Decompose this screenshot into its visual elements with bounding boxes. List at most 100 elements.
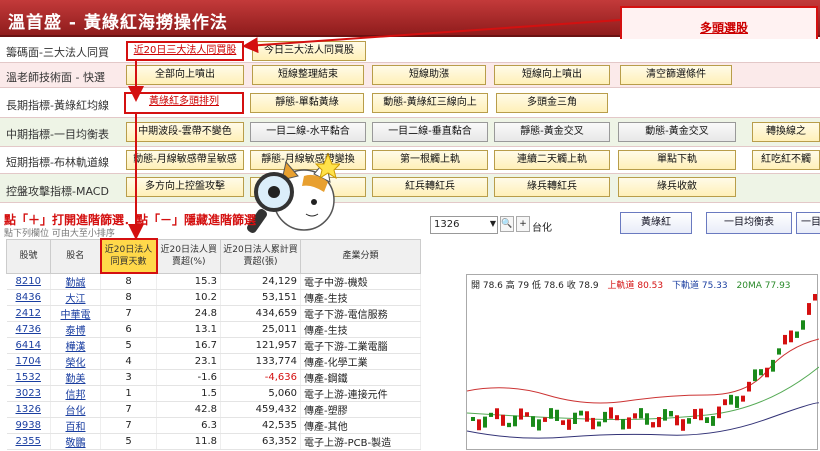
stock-link[interactable]: 6414 [16,340,41,351]
table-row[interactable]: 2355 敬鵬 5 11.8 63,352 電子上游-PCB-製造 [6,433,421,450]
stock-link[interactable]: 敬鵬 [66,438,86,449]
table-row[interactable]: 9938 百和 7 6.3 42,535 傳產-其他 [6,417,421,434]
callout-label[interactable]: 多頭選股 [700,19,748,36]
stock-link[interactable]: 台化 [66,406,86,417]
stock-link[interactable]: 樺漢 [66,342,86,353]
cell-name[interactable]: 大江 [50,289,101,306]
btn-macd-attack[interactable]: 多方向上控盤攻擊 [126,177,244,197]
col-code[interactable]: 股號 [6,238,51,274]
cell-code[interactable]: 3023 [6,385,51,402]
candle [663,409,667,421]
cell-name[interactable]: 敬鵬 [50,433,101,450]
chevron-down-icon[interactable]: ▼ [488,216,498,234]
btn-golden-tri[interactable]: 多頭金三角 [496,93,608,113]
stock-link[interactable]: 3023 [16,388,41,399]
btn-static-ygr[interactable]: 靜態-單黏黃綠 [250,93,364,113]
cell-name[interactable]: 中華電 [50,305,101,322]
btn-static-cross[interactable]: 靜態-黃金交叉 [494,122,610,142]
cell-code[interactable]: 8436 [6,289,51,306]
stock-link[interactable]: 8436 [16,292,41,303]
stock-link[interactable]: 大江 [66,294,86,305]
tab-ygr[interactable]: 黃綠紅 [620,212,692,234]
table-row[interactable]: 1532 勤美 3 -1.6 -4,636 傳產-鋼鐵 [6,369,421,386]
stock-link[interactable]: 2412 [16,308,41,319]
btn-all-up[interactable]: 全部向上噴出 [126,65,244,85]
btn-lower-touch[interactable]: 單點下軌 [618,150,736,170]
table-row[interactable]: 4736 泰博 6 13.1 25,011 傳產-生技 [6,321,421,338]
stock-link[interactable]: 4736 [16,324,41,335]
btn-red-red[interactable]: 紅兵轉紅兵 [372,177,488,197]
col-pct[interactable]: 近20日法人買賣超(%) [156,238,221,274]
btn-first-touch[interactable]: 第一根觸上軌 [372,150,488,170]
btn-green-red[interactable]: 綠兵轉紅兵 [494,177,610,197]
btn-green-conv[interactable]: 綠兵收斂 [618,177,736,197]
stock-link[interactable]: 榮化 [66,358,86,369]
stock-link[interactable]: 泰博 [66,326,86,337]
table-row[interactable]: 8210 勤誠 8 15.3 24,129 電子中游-機殼 [6,273,421,290]
stock-link[interactable]: 2355 [16,436,41,447]
table-row[interactable]: 8436 大江 8 10.2 53,151 傳產-生技 [6,289,421,306]
stock-link[interactable]: 9938 [16,420,41,431]
stock-link[interactable]: 信邦 [66,390,86,401]
table-row[interactable]: 2412 中華電 7 24.8 434,659 電子下游-電信服務 [6,305,421,322]
col-days[interactable]: 近20日法人同買天數 [99,238,158,274]
cell-name[interactable]: 台化 [50,401,101,418]
col-name[interactable]: 股名 [50,238,101,274]
col-industry[interactable]: 產業分類 [300,238,421,274]
cell-name[interactable]: 信邦 [50,385,101,402]
stock-link[interactable]: 8210 [16,276,41,287]
search-icon[interactable]: 🔍 [500,216,514,232]
cell-name[interactable]: 百和 [50,417,101,434]
btn-20day-buy[interactable]: 近20日三大法人同買股 [126,41,244,61]
stock-link[interactable]: 百和 [66,422,86,433]
stock-link[interactable]: 勤美 [66,374,86,385]
btn-clear[interactable]: 清空篩選條件 [620,65,732,85]
table-row[interactable]: 1704 榮化 4 23.1 133,774 傳產-化學工業 [6,353,421,370]
btn-short-up[interactable]: 短線向上噴出 [494,65,610,85]
cell-code[interactable]: 6414 [6,337,51,354]
btn-short-end[interactable]: 短線整理結束 [252,65,364,85]
cell-name[interactable]: 勤美 [50,369,101,386]
table-row[interactable]: 3023 信邦 1 1.5 5,060 電子上游-連接元件 [6,385,421,402]
stock-link[interactable]: 1326 [16,404,41,415]
cell-code[interactable]: 8210 [6,273,51,290]
btn-boll-dyn[interactable]: 動態-月線敏感帶呈敏感 [126,150,244,170]
cell-name[interactable]: 樺漢 [50,337,101,354]
btn-short-boost[interactable]: 短線助漲 [372,65,486,85]
cell-code[interactable]: 2412 [6,305,51,322]
btn-convert[interactable]: 轉換線之 [752,122,820,142]
btn-today-buy[interactable]: 今日三大法人同買股 [252,41,366,61]
cell-name[interactable]: 泰博 [50,321,101,338]
btn-dyn-cross[interactable]: 動態-黃金交叉 [618,122,736,142]
table-row[interactable]: 6414 樺漢 5 16.7 121,957 電子下游-工業電腦 [6,337,421,354]
btn-v-merge[interactable]: 一目二線-垂直黏合 [372,122,488,142]
cell-code[interactable]: 1704 [6,353,51,370]
filter-row-short: 短期指標-布林軌道線 動態-月線敏感帶呈敏感 靜態-月線敏感帶變換 第一根觸上軌… [0,147,820,174]
tab-ichimoku[interactable]: 一目均衡表 [706,212,792,234]
cell-name[interactable]: 榮化 [50,353,101,370]
cell-code[interactable]: 2355 [6,433,51,450]
candle [723,399,727,406]
cell-name[interactable]: 勤誠 [50,273,101,290]
btn-red-eat[interactable]: 紅吃紅不觸 [752,150,820,170]
stock-link[interactable]: 勤誠 [66,278,86,289]
stock-link[interactable]: 中華電 [61,310,91,321]
stock-link[interactable]: 1704 [16,356,41,367]
btn-ygr-bull[interactable]: 黃綠紅多頭排列 [124,92,244,114]
table-row[interactable]: 1326 台化 7 42.8 459,432 傳產-塑膠 [6,401,421,418]
plus-icon[interactable]: + [516,216,530,232]
btn-dyn-ygr[interactable]: 動態-黃綠紅三線向上 [372,93,488,113]
cell-code[interactable]: 1326 [6,401,51,418]
cell-code[interactable]: 9938 [6,417,51,434]
btn-cloud[interactable]: 中期波段-雲帶不變色 [126,122,244,142]
btn-two-touch[interactable]: 連續二天觸上軌 [494,150,610,170]
stock-link[interactable]: 1532 [16,372,41,383]
cell-industry: 電子上游-PCB-製造 [300,433,421,450]
cell-code[interactable]: 1532 [6,369,51,386]
col-total[interactable]: 近20日法人累計買賣超(張) [220,238,301,274]
candle [717,406,721,419]
btn-h-merge[interactable]: 一目二線-水平黏合 [250,122,366,142]
stock-chart: 開 78.6 高 79 低 78.6 收 78.9 上軌道 80.53 下軌道 … [466,274,819,450]
cell-code[interactable]: 4736 [6,321,51,338]
tab-ichimoku-2[interactable]: 一目 [796,212,820,234]
